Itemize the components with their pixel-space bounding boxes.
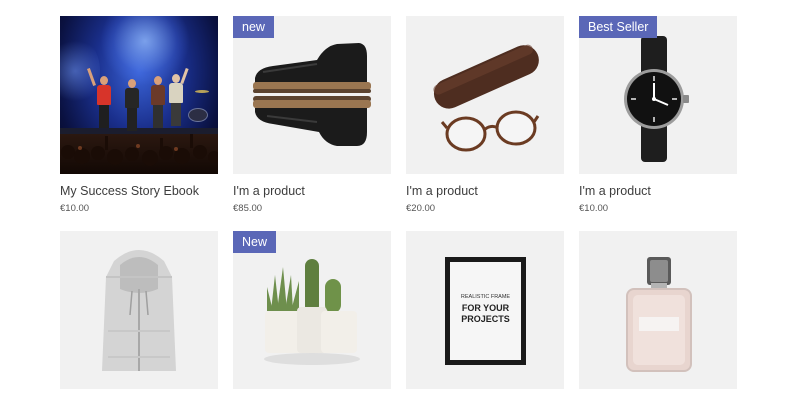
product-name[interactable]: I'm a product (406, 184, 478, 198)
product-card[interactable]: I'm a product €20.00 (406, 16, 564, 216)
product-image-frame[interactable]: REALISTIC FRAME FOR YOUR PROJECTS (406, 231, 564, 389)
concert-photo (60, 16, 218, 174)
product-name[interactable]: My Success Story Ebook (60, 184, 199, 198)
product-card[interactable] (579, 231, 737, 389)
product-image-plants[interactable] (233, 231, 391, 389)
frame-small-text: REALISTIC FRAME (460, 294, 511, 300)
glasses-image (433, 44, 540, 152)
product-card[interactable]: Best Seller I'm a product €10.00 (579, 16, 737, 216)
product-image-boots[interactable] (233, 16, 391, 174)
product-gallery: My Success Story Ebook €10.00 new I'm a … (0, 0, 800, 400)
product-image-perfume[interactable] (579, 231, 737, 389)
product-card[interactable]: REALISTIC FRAME FOR YOUR PROJECTS (406, 231, 564, 389)
product-price: €85.00 (233, 203, 263, 214)
ribbon-badge: New (233, 231, 277, 253)
ribbon-badge: new (233, 16, 274, 38)
product-card[interactable] (60, 231, 218, 389)
product-image-glasses[interactable] (406, 16, 564, 174)
hoodie-image (102, 250, 176, 371)
boots-image (253, 43, 371, 146)
product-price: €20.00 (406, 203, 436, 214)
product-image-concert[interactable] (60, 16, 218, 174)
frame-line2: PROJECTS (461, 314, 510, 324)
frame-line1: FOR YOUR (461, 303, 510, 313)
perfume-image (626, 257, 692, 372)
product-price: €10.00 (579, 203, 609, 214)
watch-image (624, 36, 689, 162)
product-name[interactable]: I'm a product (579, 184, 651, 198)
product-image-hoodie[interactable] (60, 231, 218, 389)
product-card[interactable]: My Success Story Ebook €10.00 (60, 16, 218, 216)
product-card[interactable]: New (233, 231, 391, 389)
product-name[interactable]: I'm a product (233, 184, 305, 198)
product-image-watch[interactable] (579, 16, 737, 174)
product-card[interactable]: new I'm a product €85.00 (233, 16, 391, 216)
plants-image (264, 259, 360, 365)
product-price: €10.00 (60, 203, 90, 214)
ribbon-badge: Best Seller (579, 16, 658, 38)
